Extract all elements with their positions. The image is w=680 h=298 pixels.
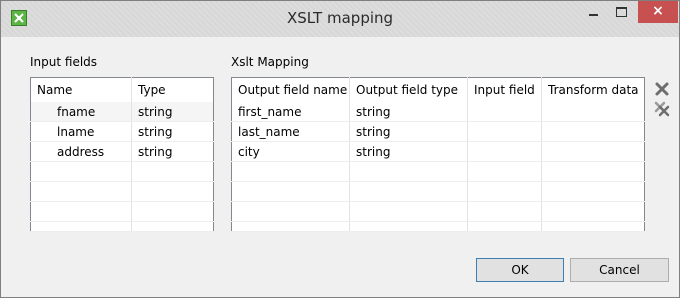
xslt-mapping-dialog: XSLT mapping × Input fields Name Type fn…	[0, 0, 680, 298]
transform-data-cell[interactable]	[541, 102, 645, 122]
output-field-type-cell[interactable]: string	[349, 141, 468, 162]
close-button[interactable]: ×	[638, 1, 678, 23]
output-field-type-cell[interactable]: string	[349, 121, 468, 142]
column-header-type[interactable]: Type	[132, 78, 214, 103]
input-fields-label: Input fields	[30, 55, 98, 69]
table-row-empty[interactable]	[231, 161, 645, 182]
table-row-empty[interactable]	[30, 221, 214, 232]
transform-data-cell[interactable]	[541, 141, 645, 162]
field-type-cell: string	[131, 141, 214, 162]
delete-all-icon[interactable]	[654, 101, 670, 117]
input-field-cell[interactable]	[467, 141, 542, 162]
table-row[interactable]: city string	[231, 141, 645, 162]
column-header-input-field[interactable]: Input field	[467, 77, 542, 102]
output-field-name-cell[interactable]: city	[231, 141, 350, 162]
xslt-mapping-table: Output field name Output field type Inpu…	[231, 77, 645, 232]
input-field-cell[interactable]	[467, 121, 542, 142]
cancel-button[interactable]: Cancel	[570, 258, 669, 282]
output-field-type-cell[interactable]: string	[349, 102, 468, 122]
field-type-cell: string	[131, 121, 214, 142]
table-row-empty[interactable]	[30, 161, 214, 182]
column-header-output-field-name[interactable]: Output field name	[231, 77, 350, 102]
table-header-row: Name Type	[30, 77, 214, 103]
table-row-empty[interactable]	[231, 201, 645, 222]
delete-icon[interactable]	[654, 81, 670, 97]
field-name-cell: fname	[30, 102, 132, 122]
transform-data-cell[interactable]	[541, 121, 645, 142]
table-row[interactable]: fname string	[30, 102, 214, 122]
table-row-empty[interactable]	[231, 181, 645, 202]
table-row[interactable]: lname string	[30, 121, 214, 142]
close-icon: ×	[652, 3, 664, 19]
table-row-empty[interactable]	[30, 201, 214, 222]
column-header-transform-data[interactable]: Transform data	[542, 78, 645, 103]
window-title: XSLT mapping	[286, 9, 394, 27]
output-field-name-cell[interactable]: last_name	[231, 121, 350, 142]
column-header-name[interactable]: Name	[30, 77, 132, 102]
column-header-output-field-type[interactable]: Output field type	[349, 77, 468, 102]
table-row[interactable]: address string	[30, 141, 214, 162]
output-field-name-cell[interactable]: first_name	[231, 102, 350, 122]
table-row[interactable]: last_name string	[231, 121, 645, 142]
input-fields-table: Name Type fname string lname string addr…	[30, 77, 214, 232]
field-name-cell: lname	[30, 121, 132, 142]
table-row-empty[interactable]	[30, 181, 214, 202]
ok-button[interactable]: OK	[476, 258, 564, 282]
title-bar[interactable]: XSLT mapping ×	[1, 1, 679, 37]
table-row-empty[interactable]	[231, 221, 645, 232]
minimize-button[interactable]	[581, 1, 607, 23]
field-type-cell: string	[131, 102, 214, 122]
field-name-cell: address	[30, 141, 132, 162]
maximize-button[interactable]	[608, 1, 634, 23]
table-row[interactable]: first_name string	[231, 102, 645, 122]
input-field-cell[interactable]	[467, 102, 542, 122]
xslt-mapping-label: Xslt Mapping	[231, 55, 309, 69]
table-header-row: Output field name Output field type Inpu…	[231, 77, 645, 103]
